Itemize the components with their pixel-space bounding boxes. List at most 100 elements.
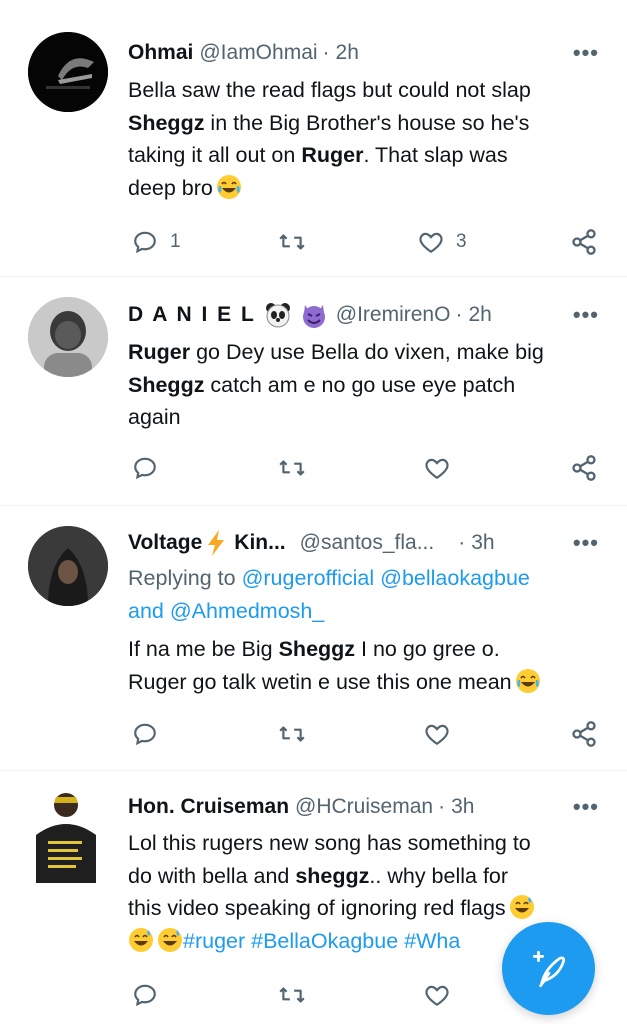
mention-link[interactable]: @bellaokagbue — [380, 566, 530, 590]
text-line: go Dey use Bella do vixen, make big — [190, 340, 544, 364]
mention-link[interactable]: @rugerofficial — [242, 566, 375, 590]
like-button[interactable] — [424, 720, 450, 748]
share-button[interactable] — [570, 228, 598, 256]
avatar-image — [28, 526, 108, 606]
timestamp[interactable]: 3h — [451, 795, 474, 819]
share-icon — [572, 229, 596, 255]
text-line: do with bella and — [128, 863, 296, 888]
grinning-sweat-emoji-icon — [158, 927, 182, 952]
retweet-button[interactable] — [278, 720, 306, 748]
mention-link[interactable]: @Ahmedmosh_ — [170, 599, 324, 623]
tweet-text: If na me be Big Sheggz I no go gree o. R… — [128, 633, 603, 698]
text-line: taking it all out on — [128, 143, 302, 167]
retweet-icon — [279, 234, 305, 250]
text-line: in the Big Brother's house so he's — [204, 110, 530, 135]
avatar-daniel[interactable] — [28, 297, 108, 377]
tears-of-joy-emoji-icon — [515, 668, 540, 693]
author-name[interactable]: Ohmai — [128, 41, 193, 65]
separator-dot: · — [455, 303, 463, 326]
like-button[interactable] — [424, 454, 450, 482]
share-button[interactable] — [570, 720, 598, 748]
separator-dot: · — [322, 41, 330, 64]
grinning-sweat-emoji-icon — [509, 895, 534, 919]
smiling-devil-emoji-icon — [302, 305, 325, 328]
like-icon — [425, 458, 449, 480]
timestamp[interactable]: 2h — [468, 303, 491, 327]
replying-to-label: Replying to — [128, 566, 236, 590]
text-line: again — [128, 405, 181, 429]
tweet-text: Ruger go Dey use Bella do vixen, make bi… — [128, 336, 603, 434]
like-button[interactable] — [424, 981, 450, 1009]
text-line: Ruger go talk wetin e use this one mean — [128, 669, 512, 694]
reply-context: Replying to @rugerofficial @bellaokagbue… — [128, 562, 603, 627]
reply-count: 1 — [170, 231, 181, 252]
avatar-image — [24, 783, 114, 883]
like-icon — [425, 985, 449, 1007]
reply-button[interactable] — [132, 981, 158, 1009]
reply-icon — [134, 984, 156, 1007]
separator-dot: · — [458, 531, 466, 554]
author-handle[interactable]: @IremirenO — [336, 303, 451, 327]
compose-tweet-button[interactable] — [502, 922, 595, 1015]
text-line: I no go gree o. — [355, 637, 500, 661]
bold-mention: Ruger — [301, 143, 364, 167]
tweet-3[interactable]: Voltage Kin... @santos_fla... · 3h ••• R… — [0, 506, 627, 770]
bold-mention: Sheggz — [128, 110, 205, 135]
more-options-icon[interactable]: ••• — [573, 530, 599, 556]
bold-mention: Sheggz — [278, 637, 356, 661]
tears-of-joy-emoji-icon — [216, 174, 241, 199]
author-name[interactable]: D A N I E L — [128, 303, 256, 327]
bold-mention: Ruger — [128, 340, 191, 364]
panda-emoji-icon — [265, 303, 290, 328]
text-line: .. why bella for — [369, 863, 509, 888]
text-line: Lol this rugers new song has something t… — [128, 831, 531, 855]
reply-icon — [134, 723, 156, 746]
tweet-2[interactable]: D A N I E L @IremirenO · 2h ••• Ruger go… — [0, 277, 627, 505]
like-icon — [419, 232, 443, 254]
retweet-icon — [279, 460, 305, 476]
reply-button[interactable] — [132, 720, 158, 748]
text-line: Bella saw the read flags but could not s… — [128, 78, 531, 102]
more-options-icon[interactable]: ••• — [573, 40, 599, 66]
bold-mention: Sheggz — [128, 372, 205, 397]
retweet-icon — [279, 987, 305, 1003]
avatar-cruiseman[interactable] — [24, 783, 114, 883]
author-name-suffix[interactable]: Kin... — [234, 531, 285, 555]
avatar-voltage[interactable] — [28, 526, 108, 606]
reply-icon — [134, 231, 156, 254]
reply-button[interactable]: 1 — [132, 228, 181, 256]
hashtag-links[interactable]: #ruger #BellaOkagbue #Wha — [183, 929, 460, 953]
avatar-ohmai[interactable] — [28, 32, 108, 112]
text-line: this video speaking of ignoring red flag… — [128, 896, 506, 920]
separator-dot: · — [438, 795, 446, 818]
timestamp[interactable]: 3h — [471, 531, 494, 555]
more-options-icon[interactable]: ••• — [573, 302, 599, 328]
retweet-button[interactable] — [278, 228, 306, 256]
text-line: deep bro — [128, 175, 213, 200]
like-button[interactable]: 3 — [418, 228, 467, 256]
author-name[interactable]: Voltage — [128, 531, 202, 555]
retweet-icon — [279, 726, 305, 742]
share-icon — [572, 455, 596, 481]
replying-and: and — [128, 598, 164, 623]
share-icon — [572, 721, 596, 747]
share-button[interactable] — [570, 454, 598, 482]
tweet-1[interactable]: Ohmai @IamOhmai · 2h ••• Bella saw the r… — [0, 0, 627, 276]
timestamp[interactable]: 2h — [336, 41, 359, 65]
author-handle[interactable]: @santos_fla... — [300, 531, 435, 555]
author-handle[interactable]: @IamOhmai — [199, 41, 317, 65]
reply-button[interactable] — [132, 454, 158, 482]
like-icon — [425, 724, 449, 746]
reply-icon — [134, 457, 156, 480]
more-options-icon[interactable]: ••• — [573, 794, 599, 820]
like-count: 3 — [456, 231, 467, 252]
text-line: catch am e no go use eye patch — [204, 372, 516, 397]
lightning-emoji-icon — [208, 530, 225, 556]
text-line: If na me be Big — [128, 637, 279, 661]
tweet-text: Bella saw the read flags but could not s… — [128, 74, 603, 204]
retweet-button[interactable] — [278, 454, 306, 482]
avatar-image — [28, 297, 108, 377]
retweet-button[interactable] — [278, 981, 306, 1009]
author-handle[interactable]: @HCruiseman — [295, 795, 433, 819]
author-name[interactable]: Hon. Cruiseman — [128, 795, 289, 819]
